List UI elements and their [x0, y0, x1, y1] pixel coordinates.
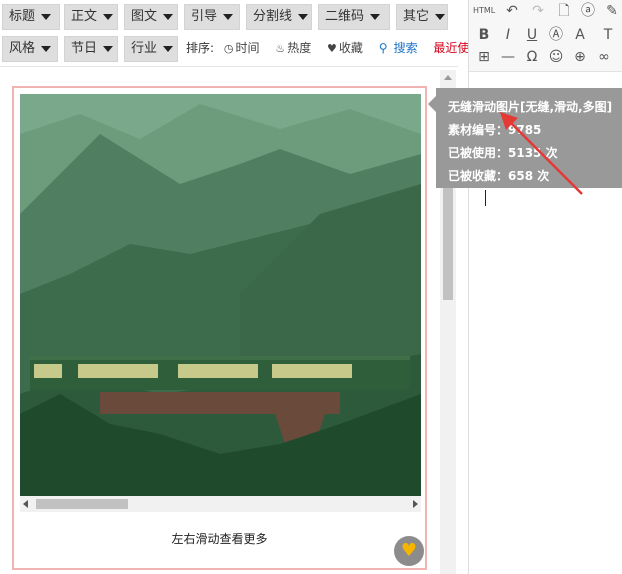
- sort-by-heat[interactable]: ♨ 热度: [275, 36, 317, 61]
- search-label: 搜索: [393, 41, 418, 55]
- category-label: 引导: [191, 9, 218, 24]
- chevron-down-icon: [163, 45, 174, 52]
- category-label: 其它: [403, 9, 430, 24]
- tooltip-material-id: 素材编号：9785: [448, 123, 542, 137]
- eraser-icon[interactable]: ✎: [601, 0, 622, 22]
- chevron-down-icon: [223, 13, 234, 20]
- redo-icon[interactable]: ↷: [527, 0, 549, 22]
- sort-bar: 排序: ◷ 时间 ♨ 热度 ♥ 收藏 ⚲ 搜索 最近使用: [186, 36, 487, 60]
- chevron-down-icon: [41, 45, 52, 52]
- scrollbar-thumb[interactable]: [36, 499, 128, 509]
- category-style-dropdown[interactable]: 风格: [2, 36, 58, 62]
- table-icon[interactable]: ⊞: [473, 46, 495, 68]
- category-label: 图文: [131, 9, 158, 24]
- scroll-right-arrow-icon[interactable]: [413, 500, 418, 508]
- tooltip-used-count: 已被使用：5135 次: [448, 146, 558, 160]
- sort-by-time[interactable]: ◷ 时间: [224, 36, 266, 61]
- find-replace-icon[interactable]: ⓐ: [577, 0, 599, 22]
- search-icon: ⚲: [378, 41, 388, 55]
- chevron-down-icon: [103, 45, 114, 52]
- scroll-left-arrow-icon[interactable]: [23, 500, 28, 508]
- category-image-text-dropdown[interactable]: 图文: [124, 4, 178, 30]
- chevron-down-icon: [163, 13, 174, 20]
- text-cursor: [485, 190, 486, 206]
- category-label: 行业: [131, 41, 158, 56]
- category-title-dropdown[interactable]: 标题: [2, 4, 60, 30]
- chevron-down-icon: [41, 13, 52, 20]
- sort-heat-label: 热度: [287, 41, 312, 55]
- horizontal-rule-icon[interactable]: —: [497, 46, 519, 68]
- search-replace-icon[interactable]: ⊕: [569, 46, 591, 68]
- category-label: 风格: [9, 41, 36, 56]
- category-guide-dropdown[interactable]: 引导: [184, 4, 240, 30]
- tooltip-title: 无缝滑动图片[无缝,滑动,多图]: [448, 100, 613, 114]
- category-label: 二维码: [325, 9, 365, 24]
- scroll-up-arrow-icon[interactable]: [444, 75, 452, 80]
- font-color-icon[interactable]: A: [569, 24, 591, 46]
- editor-toolbar: HTML ↶ ↷ 🗋 ⓐ ✎ B I U Ⓐ A T ⊞ — Ω ☺ ⊕ ∞: [469, 0, 622, 72]
- chevron-down-icon: [298, 13, 309, 20]
- editor-panel: HTML ↶ ↷ 🗋 ⓐ ✎ B I U Ⓐ A T ⊞ — Ω ☺ ⊕ ∞: [468, 0, 622, 574]
- chevron-down-icon: [435, 13, 446, 20]
- heart-icon: ♥: [400, 540, 418, 561]
- category-industry-dropdown[interactable]: 行业: [124, 36, 178, 62]
- undo-icon[interactable]: ↶: [501, 0, 523, 22]
- category-label: 标题: [9, 9, 36, 24]
- toolbar-divider: [0, 66, 458, 67]
- category-other-dropdown[interactable]: 其它: [396, 4, 448, 30]
- category-label: 节日: [71, 41, 98, 56]
- tooltip-favorite-count: 已被收藏：658 次: [448, 169, 550, 183]
- flame-icon: ♨: [275, 42, 286, 55]
- sort-by-favorite[interactable]: ♥ 收藏: [327, 36, 369, 61]
- category-festival-dropdown[interactable]: 节日: [64, 36, 118, 62]
- heart-icon: ♥: [327, 42, 337, 55]
- category-label: 正文: [71, 9, 98, 24]
- horizontal-scrollbar[interactable]: [20, 496, 421, 512]
- new-document-icon[interactable]: 🗋: [553, 0, 575, 22]
- category-body-dropdown[interactable]: 正文: [64, 4, 118, 30]
- category-label: 分割线: [253, 9, 293, 24]
- sort-label: 排序:: [186, 41, 215, 55]
- sort-time-label: 时间: [235, 41, 260, 55]
- link-icon[interactable]: ∞: [593, 46, 615, 68]
- template-card[interactable]: 左右滑动查看更多 ♥: [12, 86, 427, 570]
- search-link[interactable]: ⚲ 搜索: [379, 36, 424, 60]
- clock-icon: ◷: [223, 42, 234, 55]
- template-caption: 左右滑动查看更多: [171, 532, 268, 546]
- category-divider-dropdown[interactable]: 分割线: [246, 4, 312, 30]
- html-icon[interactable]: HTML: [473, 0, 495, 22]
- emoticon-icon[interactable]: ☺: [545, 46, 567, 68]
- text-size-icon[interactable]: T: [597, 24, 619, 46]
- special-char-icon[interactable]: Ω: [521, 46, 543, 68]
- font-border-icon[interactable]: Ⓐ: [545, 24, 567, 46]
- underline-icon[interactable]: U: [521, 24, 543, 46]
- train-mountain-image: [20, 94, 421, 496]
- favorite-button[interactable]: ♥: [394, 536, 424, 566]
- template-info-tooltip: 无缝滑动图片[无缝,滑动,多图] 素材编号：9785 已被使用：5135 次 已…: [428, 88, 622, 188]
- category-qrcode-dropdown[interactable]: 二维码: [318, 4, 390, 30]
- chevron-down-icon: [103, 13, 114, 20]
- sort-favorite-label: 收藏: [338, 41, 363, 55]
- bold-icon[interactable]: B: [473, 24, 495, 46]
- template-library-panel: 标题 正文 图文 引导 分割线 二维码 其它 风格 节日 行业 排序: ◷ 时间 …: [0, 0, 481, 574]
- chevron-down-icon: [370, 13, 381, 20]
- italic-icon[interactable]: I: [497, 24, 519, 46]
